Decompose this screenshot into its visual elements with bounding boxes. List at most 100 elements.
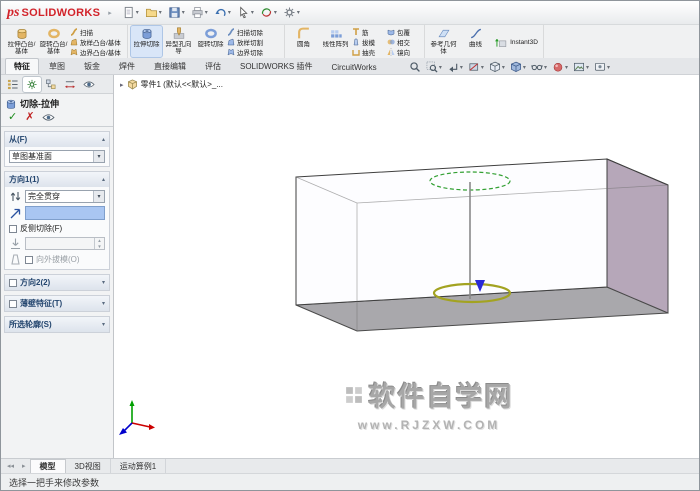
depth-icon bbox=[9, 237, 22, 250]
ribbon-button-boundary-boss[interactable]: 边界凸台/基体 bbox=[70, 47, 124, 56]
feature-tree-flyout[interactable]: ▸ 零件1 (默认<<默认>_... bbox=[120, 79, 223, 90]
ribbon-button-curves[interactable]: 曲线 bbox=[460, 26, 491, 57]
cancel-button[interactable]: ✗ bbox=[25, 112, 34, 123]
section-from-header[interactable]: 从(F) ▴ bbox=[5, 132, 109, 147]
section-thin-feature-header[interactable]: 薄壁特征(T) ▾ bbox=[5, 296, 109, 311]
doc-tab-3d-views[interactable]: 3D视图 bbox=[66, 459, 111, 473]
tab-direct-editing[interactable]: 直接编辑 bbox=[145, 58, 195, 74]
view-settings-icon[interactable]: ▾ bbox=[593, 60, 611, 74]
print-button[interactable]: ▾ bbox=[189, 4, 210, 21]
property-manager-panel: 切除-拉伸 ✓ ✗ 从(F) ▴ 草图基准面 ▾ 方向1(1) ▴ 完全贯穿 ▾… bbox=[1, 75, 114, 458]
ribbon-button-lofted-boss[interactable]: 放样凸台/基体 bbox=[70, 37, 124, 46]
open-button[interactable]: ▾ bbox=[143, 4, 164, 21]
new-document-button[interactable]: ▾ bbox=[120, 4, 141, 21]
direction2-checkbox[interactable] bbox=[9, 278, 17, 287]
ribbon-button-fillet[interactable]: 圆角 bbox=[288, 26, 319, 57]
heads-up-view-toolbar: ▾ ▾ ▾ ▾ ▾ ▾ ▾ ▾ ▾ bbox=[408, 60, 611, 74]
ribbon-button-extruded-cut[interactable]: 拉伸切除 bbox=[130, 25, 163, 58]
ribbon-button-mirror[interactable]: 镜向 bbox=[387, 47, 421, 56]
display-style-icon[interactable]: ▾ bbox=[509, 60, 527, 74]
ribbon-button-revolved-boss[interactable]: 旋转凸台/基体 bbox=[38, 26, 69, 57]
configuration-manager-icon[interactable] bbox=[42, 77, 60, 92]
detailed-preview-eye-icon[interactable] bbox=[42, 113, 55, 122]
edit-appearance-icon[interactable]: ▾ bbox=[551, 60, 569, 74]
tab-scroll-left-icon[interactable]: ◂◂ bbox=[3, 459, 18, 473]
ribbon-button-shell[interactable]: 抽壳 bbox=[352, 47, 386, 56]
tab-weldments[interactable]: 焊件 bbox=[110, 58, 144, 74]
view-orientation-icon[interactable]: ▾ bbox=[488, 60, 506, 74]
tab-circuitworks[interactable]: CircuitWorks bbox=[322, 60, 385, 74]
ribbon-button-wrap[interactable]: 包覆 bbox=[387, 27, 421, 36]
chevron-down-icon: ▾ bbox=[564, 64, 568, 71]
tree-expand-icon[interactable]: ▸ bbox=[120, 81, 124, 89]
ribbon-button-draft[interactable]: 拔模 bbox=[352, 37, 386, 46]
zoom-to-area-icon[interactable]: ▾ bbox=[425, 60, 443, 74]
status-bar: 选择一把手来修改参数 bbox=[1, 473, 699, 490]
draft-icon[interactable] bbox=[9, 253, 22, 266]
model-front-face[interactable] bbox=[295, 158, 608, 306]
tab-solidworks-addins[interactable]: SOLIDWORKS 插件 bbox=[231, 58, 321, 74]
tab-evaluate[interactable]: 评估 bbox=[196, 58, 230, 74]
chevron-down-icon: ▾ bbox=[250, 10, 254, 16]
section-view-icon[interactable]: ▾ bbox=[467, 60, 485, 74]
ok-button[interactable]: ✓ bbox=[8, 112, 17, 123]
collapse-icon: ▾ bbox=[101, 322, 105, 328]
draft-outward-checkbox[interactable] bbox=[25, 255, 33, 264]
zoom-to-fit-icon[interactable] bbox=[408, 60, 422, 74]
thin-feature-checkbox[interactable] bbox=[9, 299, 17, 308]
ribbon-button-linear-pattern[interactable]: 线性阵列 bbox=[320, 26, 351, 57]
ribbon-button-swept-boss[interactable]: 扫描 bbox=[70, 27, 124, 36]
ribbon-button-hole-wizard[interactable]: 异型孔向导 bbox=[163, 26, 194, 57]
display-manager-icon[interactable] bbox=[80, 77, 98, 92]
ribbon-button-reference-geometry[interactable]: 参考几何体 bbox=[428, 26, 459, 57]
from-plane-dropdown[interactable]: 草图基准面 ▾ bbox=[9, 150, 105, 163]
select-button[interactable]: ▾ bbox=[235, 4, 256, 21]
ribbon-stack: 筋 拔模 抽壳 bbox=[352, 26, 386, 57]
rebuild-button[interactable]: ▾ bbox=[258, 4, 279, 21]
spinner-arrows[interactable]: ▲ ▼ bbox=[94, 238, 104, 249]
section-direction1-header[interactable]: 方向1(1) ▴ bbox=[5, 172, 109, 187]
doc-tab-model[interactable]: 模型 bbox=[29, 459, 66, 473]
tab-features[interactable]: 特征 bbox=[5, 58, 39, 74]
tab-sketch[interactable]: 草图 bbox=[40, 58, 74, 74]
hide-show-items-icon[interactable]: ▾ bbox=[530, 60, 548, 74]
cut-extrude-icon bbox=[140, 27, 154, 40]
chevron-down-icon: ▾ bbox=[543, 64, 547, 71]
options-button[interactable]: ▾ bbox=[281, 4, 302, 21]
ribbon-button-label: 旋转切除 bbox=[197, 41, 224, 48]
feature-manager-icon[interactable] bbox=[4, 77, 22, 92]
ribbon-button-intersect[interactable]: 相交 bbox=[387, 37, 421, 46]
ribbon-button-instant3d[interactable]: Instant3D bbox=[492, 26, 540, 57]
undo-button[interactable]: ▾ bbox=[212, 4, 233, 21]
ribbon-button-rib[interactable]: 筋 bbox=[352, 27, 386, 36]
section-selected-contours-header[interactable]: 所选轮廓(S) ▾ bbox=[5, 317, 109, 332]
section-direction2-header[interactable]: 方向2(2) ▾ bbox=[5, 275, 109, 290]
menu-expand-icon[interactable]: ▸ bbox=[108, 9, 112, 17]
tab-scroll-right-icon[interactable]: ▸ bbox=[18, 459, 30, 473]
flip-direction-icon[interactable] bbox=[9, 190, 22, 203]
ribbon-button-extruded-boss[interactable]: 拉伸凸台/基体 bbox=[6, 26, 37, 57]
end-condition-value: 完全贯穿 bbox=[28, 192, 60, 201]
flip-side-label: 反侧切除(F) bbox=[20, 224, 63, 233]
chevron-down-icon: ▾ bbox=[93, 191, 104, 202]
chevron-down-icon: ▾ bbox=[296, 10, 300, 16]
depth-spinner[interactable]: ▲ ▼ bbox=[25, 237, 105, 250]
property-manager-icon[interactable] bbox=[22, 76, 42, 93]
graphics-viewport[interactable]: ▸ 零件1 (默认<<默认>_... 软件自学网 www.RJZXW.COM bbox=[114, 75, 699, 458]
ribbon-button-lofted-cut[interactable]: 放样切割 bbox=[227, 37, 281, 46]
doc-tab-motion-study[interactable]: 运动算例1 bbox=[111, 459, 167, 473]
ribbon-button-swept-cut[interactable]: 扫描切除 bbox=[227, 27, 281, 36]
dimxpert-manager-icon[interactable] bbox=[61, 77, 79, 92]
tab-sheet-metal[interactable]: 钣金 bbox=[75, 58, 109, 74]
flip-side-checkbox[interactable] bbox=[9, 224, 17, 233]
ribbon-button-label: 放样凸台/基体 bbox=[80, 39, 121, 47]
save-button[interactable]: ▾ bbox=[166, 4, 187, 21]
ribbon-button-revolved-cut[interactable]: 旋转切除 bbox=[195, 26, 226, 57]
direction-reference-field[interactable] bbox=[25, 206, 105, 220]
ribbon-button-boundary-cut[interactable]: 边界切除 bbox=[227, 47, 281, 56]
end-condition-dropdown[interactable]: 完全贯穿 ▾ bbox=[25, 190, 105, 203]
apply-scene-icon[interactable]: ▾ bbox=[572, 60, 590, 74]
model-right-face[interactable] bbox=[606, 158, 669, 314]
previous-view-icon[interactable]: ▾ bbox=[446, 60, 464, 74]
ribbon-button-label: 边界凸台/基体 bbox=[80, 49, 121, 57]
